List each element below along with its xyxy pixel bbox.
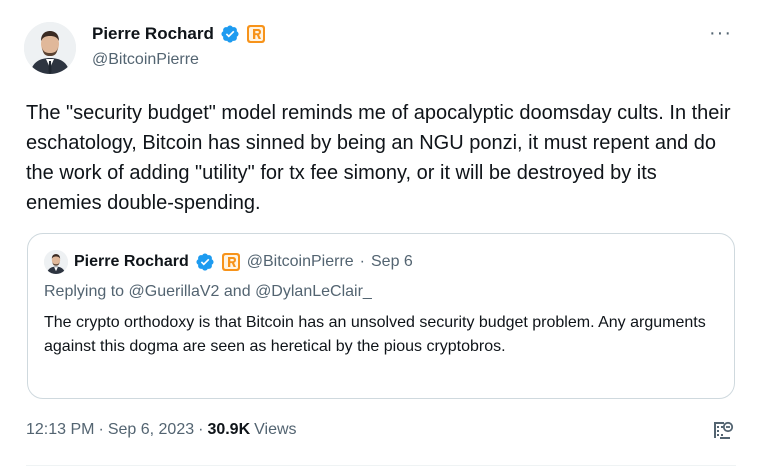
quoted-tweet-header: Pierre Rochard @BitcoinPierre · Sep 6 xyxy=(44,250,413,274)
tweet-text: The "security budget" model reminds me o… xyxy=(26,102,731,214)
author-name[interactable]: Pierre Rochard xyxy=(92,24,214,44)
quoted-affiliate-badge-icon xyxy=(221,252,241,272)
tweet-footer: 12:13 PM · Sep 6, 2023 · 30.9K Views xyxy=(26,421,297,439)
quoted-separator: · xyxy=(359,253,365,270)
tweet-time[interactable]: 12:13 PM xyxy=(26,421,94,439)
quoted-author-avatar xyxy=(44,250,68,274)
reply-mention-2[interactable]: @DylanLeClair_ xyxy=(255,283,372,300)
quoted-replying-to: Replying to @GuerillaV2 and @DylanLeClai… xyxy=(44,283,372,301)
reply-mention-1[interactable]: @GuerillaV2 xyxy=(129,283,220,300)
author-name-row: Pierre Rochard xyxy=(92,24,266,44)
quoted-date: Sep 6 xyxy=(371,253,413,270)
tweet-date[interactable]: Sep 6, 2023 xyxy=(108,421,194,439)
affiliate-badge-icon[interactable] xyxy=(246,24,266,44)
quoted-tweet-text: The crypto orthodoxy is that Bitcoin has… xyxy=(44,314,706,355)
bottom-divider xyxy=(26,465,736,466)
replying-prefix: Replying to xyxy=(44,283,125,300)
quoted-author-handle: @BitcoinPierre xyxy=(246,253,354,270)
views-count: 30.9K xyxy=(207,421,251,438)
quoted-author-name: Pierre Rochard xyxy=(74,253,189,270)
quoted-verified-badge-icon xyxy=(195,252,215,272)
reply-and: and xyxy=(223,283,251,300)
avatar-portrait xyxy=(24,22,76,74)
footer-separator-1: · xyxy=(98,421,104,438)
footer-separator-2: · xyxy=(198,421,204,438)
more-dots-icon[interactable]: ··· xyxy=(709,23,732,43)
author-avatar[interactable] xyxy=(24,22,76,74)
verified-badge-icon[interactable] xyxy=(220,24,240,44)
bookmark-icon[interactable] xyxy=(710,419,734,443)
quoted-tweet-card[interactable]: Pierre Rochard @BitcoinPierre · Sep 6 Re… xyxy=(27,233,735,399)
author-handle[interactable]: @BitcoinPierre xyxy=(92,51,199,69)
views-label: Views xyxy=(254,421,297,438)
